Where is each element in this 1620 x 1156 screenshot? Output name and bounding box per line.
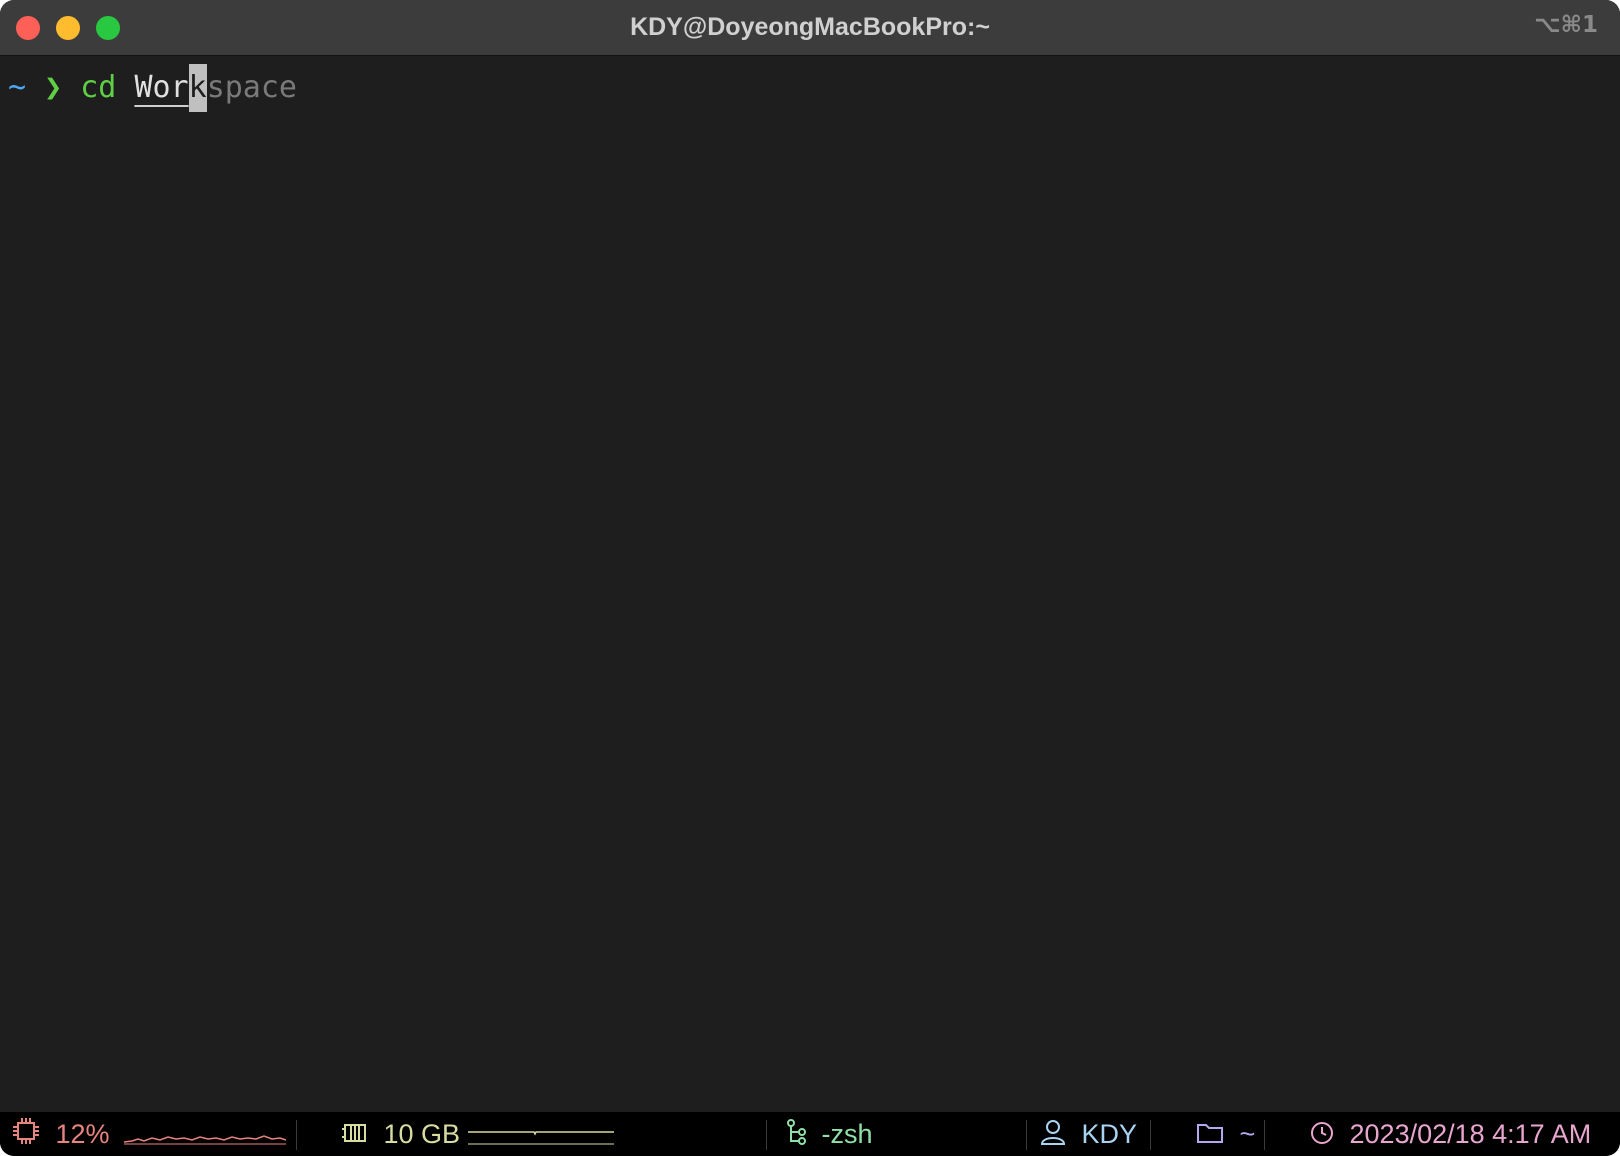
command-line[interactable]: ~ ❯ cd Workspace (8, 64, 297, 112)
cpu-usage-value: 12% (55, 1119, 110, 1149)
prompt-directory: ~ (8, 70, 27, 105)
status-bar: 12% 10 GB -zsh KDY ~ 2023/02/18 4:17 AM (0, 1112, 1620, 1156)
git-branch-icon (786, 1114, 808, 1156)
status-divider (1026, 1120, 1027, 1150)
status-divider (766, 1120, 767, 1150)
terminal-session[interactable]: ~ ❯ cd Workspace (0, 56, 1620, 1112)
user-status[interactable]: KDY (1040, 1112, 1137, 1156)
folder-icon (1196, 1114, 1224, 1156)
clock-status[interactable]: 2023/02/18 4:17 AM (1310, 1112, 1591, 1156)
user-icon (1040, 1114, 1066, 1156)
memory-usage-value: 10 GB (383, 1119, 461, 1149)
date-time-value: 2023/02/18 4:17 AM (1349, 1119, 1592, 1149)
tab-shortcut-label: ⌥⌘1 (1534, 12, 1598, 38)
status-divider (296, 1120, 297, 1150)
command-text: cd (80, 70, 117, 105)
job-status[interactable]: -zsh (786, 1112, 873, 1156)
prompt-arrow-icon: ❯ (44, 70, 63, 105)
terminal-window: KDY@DoyeongMacBookPro:~ ⌥⌘1 ~ ❯ cd Works… (0, 0, 1620, 1156)
job-name-value: -zsh (821, 1119, 873, 1149)
cpu-sparkline (124, 1135, 286, 1145)
current-path-value: ~ (1239, 1119, 1256, 1149)
memory-sparkline (468, 1131, 614, 1145)
clock-icon (1310, 1114, 1334, 1156)
text-cursor: k (188, 64, 207, 112)
cpu-chip-icon (12, 1114, 40, 1156)
memory-status[interactable]: 10 GB (342, 1112, 460, 1156)
typed-argument: Wor (134, 70, 189, 105)
status-divider (1150, 1120, 1151, 1150)
status-divider (1264, 1120, 1265, 1150)
autosuggestion-text: space (206, 70, 297, 105)
title-bar: KDY@DoyeongMacBookPro:~ ⌥⌘1 (0, 0, 1620, 56)
cpu-status[interactable]: 12% (12, 1112, 110, 1156)
memory-icon (342, 1114, 368, 1156)
path-status[interactable]: ~ (1196, 1112, 1255, 1156)
username-value: KDY (1081, 1119, 1138, 1149)
window-title: KDY@DoyeongMacBookPro:~ (630, 13, 990, 41)
